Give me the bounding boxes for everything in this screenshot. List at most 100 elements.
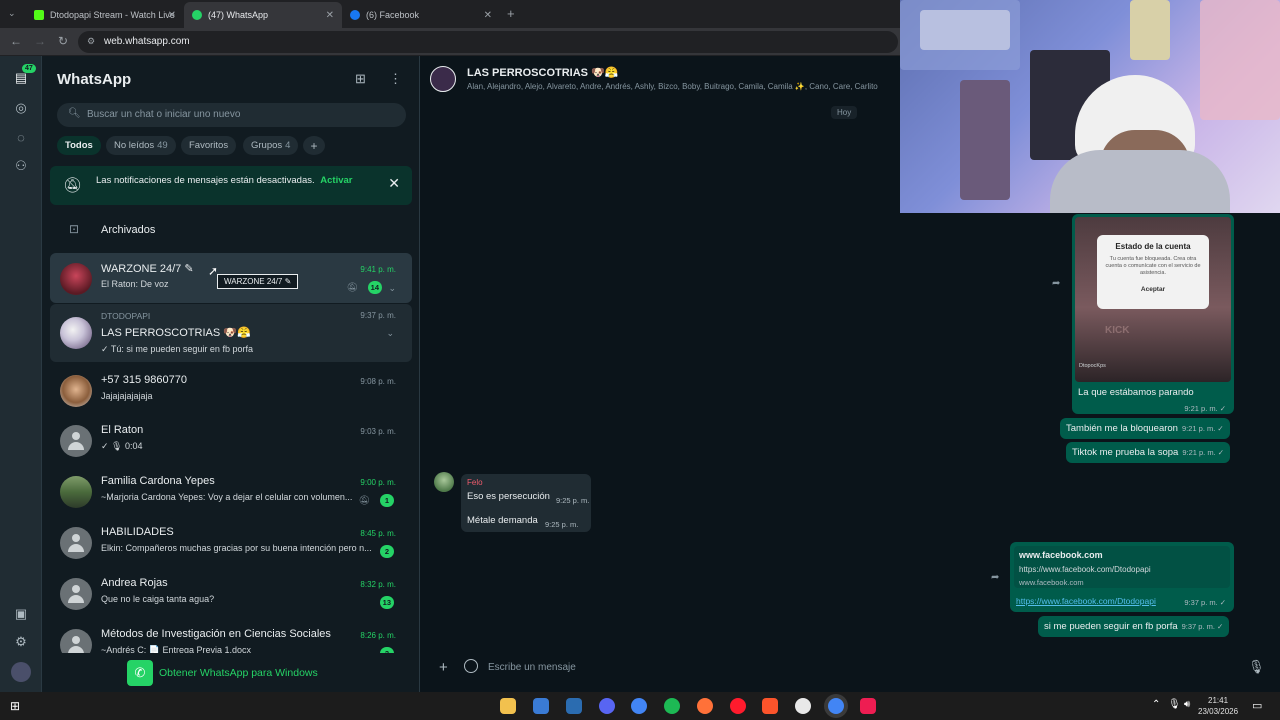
unread-badge: 1 <box>380 494 394 507</box>
notifications-icon[interactable]: ▭ <box>1252 699 1262 712</box>
channels-icon[interactable]: ◌ <box>11 128 31 148</box>
outgoing-message[interactable]: Tiktok me prueba la sopa 9:21 p. m. ✓ <box>1066 442 1230 463</box>
nav-rail: ▤ 47 ◎ ◌ ⚇ ▣ ⚙ <box>0 56 42 692</box>
emoji-icon[interactable] <box>464 659 478 673</box>
store-icon[interactable] <box>533 698 549 714</box>
close-tab-icon[interactable]: ✕ <box>326 10 334 21</box>
chat-name: Familia Cardona Yepes <box>101 475 215 487</box>
site-info-icon[interactable]: ⚙ <box>87 36 95 47</box>
avatar <box>60 263 92 295</box>
outgoing-message[interactable]: También me la bloquearon 9:21 p. m. ✓ <box>1060 418 1230 439</box>
new-chat-icon[interactable]: ⊞ <box>355 71 366 87</box>
group-name[interactable]: LAS PERROSCOTRIAS 🐶😤 <box>467 66 618 79</box>
outgoing-message[interactable]: si me pueden seguir en fb porfa 9:37 p. m… <box>1038 616 1230 637</box>
chat-row-phone[interactable]: +57 315 9860770 Jajajajajajaja 9:08 p. m… <box>50 365 412 415</box>
avatar <box>60 375 92 407</box>
sender-avatar[interactable] <box>434 472 454 492</box>
archived-row[interactable]: ⊡ Archivados <box>42 216 420 244</box>
sent-check-icon: ✓ <box>1217 448 1224 457</box>
tiktok-icon[interactable] <box>860 698 876 714</box>
chat-preview: ~Marjoria Cardona Yepes: Voy a dejar el … <box>101 492 353 502</box>
chat-row-habilidades[interactable]: HABILIDADES Elkin: Compañeros muchas gra… <box>50 517 412 567</box>
filter-all[interactable]: Todos <box>57 136 101 155</box>
new-tab-button[interactable]: + <box>507 6 515 21</box>
chat-row-andrea-rojas[interactable]: Andrea Rojas Que no le caiga tanta agua?… <box>50 568 412 618</box>
filter-groups[interactable]: Grupos 4 <box>243 136 299 155</box>
communities-icon[interactable]: ⚇ <box>11 156 31 176</box>
link-title: www.facebook.com <box>1019 550 1103 560</box>
start-icon[interactable]: ⊞ <box>10 699 20 713</box>
chrome-active-icon[interactable] <box>828 698 844 714</box>
discord-icon[interactable] <box>599 698 615 714</box>
forward-icon[interactable]: → <box>34 34 46 48</box>
chat-row-familia[interactable]: Familia Cardona Yepes ~Marjoria Cardona … <box>50 466 412 516</box>
chat-row-perroscotrias[interactable]: DTODOPAPI LAS PERROSCOTRIAS 🐶😤 ✓ Tú: si … <box>50 304 412 362</box>
chat-row-el-raton[interactable]: El Raton ✓ 🎙 0:04 9:03 p. m. <box>50 415 412 465</box>
attach-plus-icon[interactable]: + <box>439 659 448 676</box>
app-title: WhatsApp <box>57 71 132 88</box>
url-field[interactable]: ⚙ web.whatsapp.com <box>78 31 898 53</box>
media-icon[interactable]: ▣ <box>11 604 31 624</box>
message-text: si me pueden seguir en fb porfa <box>1044 621 1178 632</box>
forward-icon[interactable]: ➦ <box>1052 278 1060 289</box>
tab-search-icon[interactable]: ⌄ <box>8 8 16 19</box>
chat-preview: Que no le caiga tanta agua? <box>101 594 215 604</box>
get-windows-label: Obtener WhatsApp para Windows <box>159 667 318 679</box>
chrome-icon[interactable] <box>631 698 647 714</box>
close-tab-icon[interactable]: ✕ <box>484 10 492 21</box>
brave-icon[interactable] <box>762 698 778 714</box>
filter-count: 49 <box>157 140 168 151</box>
tab-facebook[interactable]: (6) Facebook ✕ <box>342 2 500 28</box>
add-filter-button[interactable]: + <box>303 136 325 155</box>
message-input[interactable]: Escribe un mensaje <box>488 662 576 673</box>
image-message[interactable]: Estado de la cuenta Tu cuenta fue bloque… <box>1072 214 1234 414</box>
tab-dtodopapi[interactable]: Dtodopapi Stream - Watch Live ✕ <box>26 2 184 28</box>
incoming-message-group[interactable]: Felo Eso es persecución 9:25 p. m. Métal… <box>461 474 591 532</box>
chat-row-metodos[interactable]: Métodos de Investigación en Ciencias Soc… <box>50 619 412 653</box>
filter-favorites[interactable]: Favoritos <box>181 136 237 155</box>
sender-name[interactable]: Felo <box>467 478 483 487</box>
webcam-overlay <box>900 0 1280 213</box>
outlook-icon[interactable] <box>566 698 582 714</box>
sent-check-icon: ✓ <box>1217 424 1224 433</box>
back-icon[interactable]: ← <box>10 34 22 48</box>
obs-icon[interactable] <box>795 698 811 714</box>
firefox-icon[interactable] <box>697 698 713 714</box>
file-explorer-icon[interactable] <box>500 698 516 714</box>
get-windows-app-link[interactable]: ✆ Obtener WhatsApp para Windows <box>127 660 337 686</box>
link-url[interactable]: https://www.facebook.com/Dtodopapi <box>1016 596 1156 606</box>
archive-icon: ⊡ <box>69 222 80 236</box>
tab-whatsapp[interactable]: (47) WhatsApp ✕ <box>184 2 342 28</box>
volume-icon[interactable]: 🔊︎ <box>1184 699 1190 710</box>
close-tab-icon[interactable]: ✕ <box>168 10 176 21</box>
facebook-icon <box>350 10 360 20</box>
chevron-down-icon[interactable]: ⌄ <box>386 328 394 339</box>
search-input[interactable]: 🔍︎ Buscar un chat o iniciar uno nuevo <box>57 103 406 127</box>
reload-icon[interactable]: ↻ <box>58 34 68 48</box>
chat-time: 9:37 p. m. <box>360 311 396 320</box>
microphone-icon[interactable]: 🎙︎ <box>1248 659 1265 675</box>
taskbar-clock[interactable]: 21:41 23/03/2026 <box>1198 695 1238 717</box>
filter-unread[interactable]: No leídos 49 <box>106 136 176 155</box>
notification-banner: 🔕︎ Las notificaciones de mensajes están … <box>50 166 412 205</box>
search-placeholder: Buscar un chat o iniciar uno nuevo <box>87 109 241 120</box>
avatar <box>60 476 92 508</box>
chevron-down-icon[interactable]: ⌄ <box>388 283 396 294</box>
avatar <box>60 629 92 653</box>
microphone-tray-icon[interactable]: 🎙︎ <box>1168 699 1181 710</box>
forward-icon[interactable]: ➦ <box>991 572 999 583</box>
close-icon[interactable]: ✕ <box>388 175 400 192</box>
settings-icon[interactable]: ⚙ <box>11 632 31 652</box>
spotify-icon[interactable] <box>664 698 680 714</box>
chat-name: HABILIDADES <box>101 526 174 538</box>
opera-icon[interactable] <box>730 698 746 714</box>
group-avatar[interactable] <box>430 66 456 92</box>
profile-avatar[interactable] <box>11 662 31 682</box>
menu-icon[interactable]: ⋮ <box>389 71 402 87</box>
activate-link[interactable]: Activar <box>320 175 352 186</box>
link-preview[interactable]: www.facebook.com https://www.facebook.co… <box>1014 546 1230 588</box>
tray-chevron-icon[interactable]: ⌃ <box>1152 699 1160 710</box>
status-icon[interactable]: ◎ <box>11 98 31 118</box>
message-image[interactable]: Estado de la cuenta Tu cuenta fue bloque… <box>1075 217 1231 382</box>
link-message[interactable]: www.facebook.com https://www.facebook.co… <box>1010 542 1234 612</box>
